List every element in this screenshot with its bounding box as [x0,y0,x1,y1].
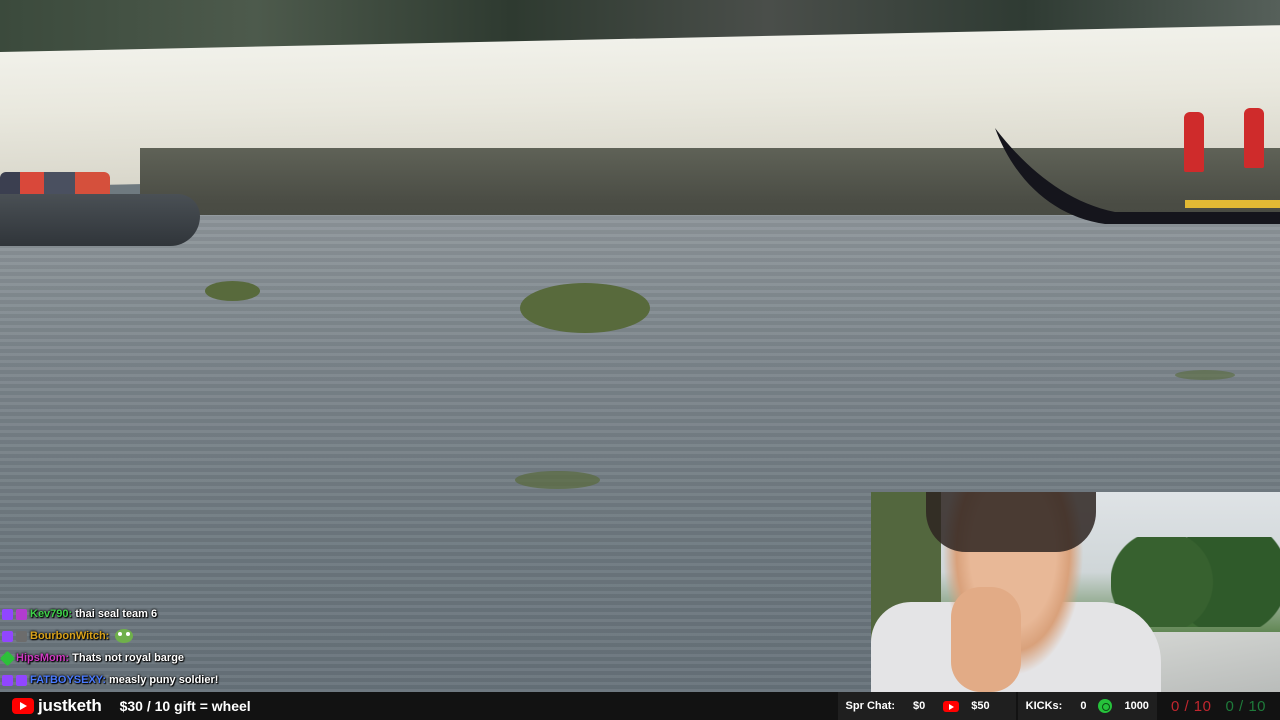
chat-overlay: Kev790: thai seal team 6 BourbonWitch: H… [0,603,422,691]
chat-text: Thats not royal barge [72,652,185,664]
youtube-amount: $50 [971,700,990,712]
donation-stats: Spr Chat: $0 $50 KICKs: 0 1000 0 / 10 0 … [837,692,1280,720]
chat-badge-icon [2,674,13,686]
chat-username: FATBOYSEXY: [30,674,106,686]
webcam-overlay [871,492,1280,692]
youtube-icon [12,698,34,714]
chat-badge-icon [2,630,13,642]
kicks-value: 0 [1080,700,1087,712]
floating-plant [1175,370,1235,380]
kick-target-value: 1000 [1124,700,1149,712]
spr-chat-value: $0 [913,700,926,712]
kicks-label: KICKs: [1025,700,1063,712]
chat-message: BourbonWitch: [2,625,422,647]
chat-message: FATBOYSEXY: measly puny soldier! [2,669,422,691]
chat-username: Kev790: [30,608,73,620]
goal-counter-green: 0 / 10 [1225,697,1266,715]
streamer-hair [926,492,1096,552]
super-chat-stat: Spr Chat: $0 $50 [837,692,1016,720]
floating-plant [205,281,260,301]
chat-message: Kev790: thai seal team 6 [2,603,422,625]
youtube-icon [943,700,960,712]
royal-barge [995,128,1280,224]
chat-badge-icon [16,674,27,686]
chat-badge-icon [2,608,13,620]
stream-info-bar: justketh $30 / 10 gift = wheel Spr Chat:… [0,692,1280,720]
chat-message: HipsMom: Thats not royal barge [0,647,422,669]
chat-text: measly puny soldier! [109,674,219,686]
kick-icon [1098,699,1113,713]
chat-badge-icon [16,630,27,642]
pepe-frog-emote-icon [115,629,134,643]
spr-chat-label: Spr Chat: [845,700,896,712]
floating-plant [515,471,600,489]
goal-counter-red: 0 / 10 [1170,697,1212,715]
guard-figure [1184,112,1204,172]
patrol-boat [0,194,200,246]
chat-username: HipsMom: [16,652,70,664]
chat-badge-icon [16,608,27,620]
guard-figure [1244,108,1264,168]
kicks-stat: KICKs: 0 1000 [1017,692,1157,720]
streamer-hand [951,587,1021,692]
gift-promo-text: $30 / 10 gift = wheel [119,698,251,714]
channel-name: justketh [38,696,102,715]
chat-username: BourbonWitch: [30,630,110,642]
chat-text: thai seal team 6 [75,608,158,620]
floating-plant [520,283,650,333]
chat-badge-icon [0,650,16,666]
